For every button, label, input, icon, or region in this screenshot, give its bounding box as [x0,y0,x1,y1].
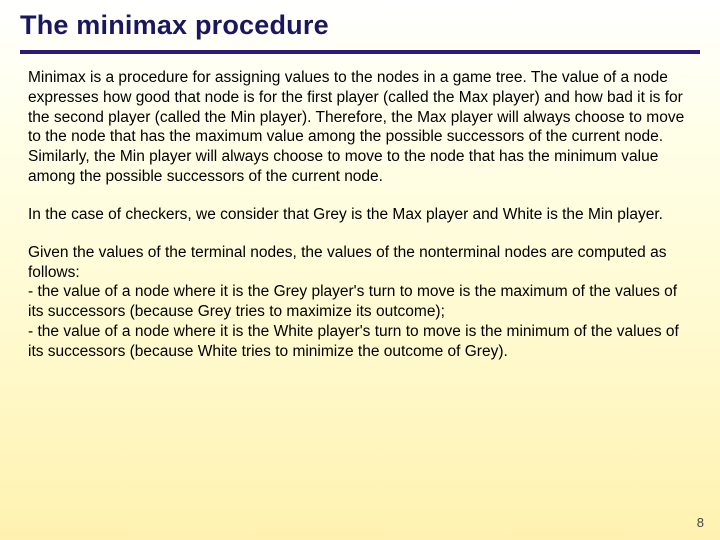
slide-title: The minimax procedure [20,10,700,41]
body-paragraph: Minimax is a procedure for assigning val… [28,68,692,187]
title-divider [20,50,700,54]
slide-body: Minimax is a procedure for assigning val… [28,68,692,500]
slide: The minimax procedure Minimax is a proce… [0,0,720,540]
page-number: 8 [697,515,704,530]
body-paragraph: In the case of checkers, we consider tha… [28,205,692,225]
body-paragraph: Given the values of the terminal nodes, … [28,243,692,362]
